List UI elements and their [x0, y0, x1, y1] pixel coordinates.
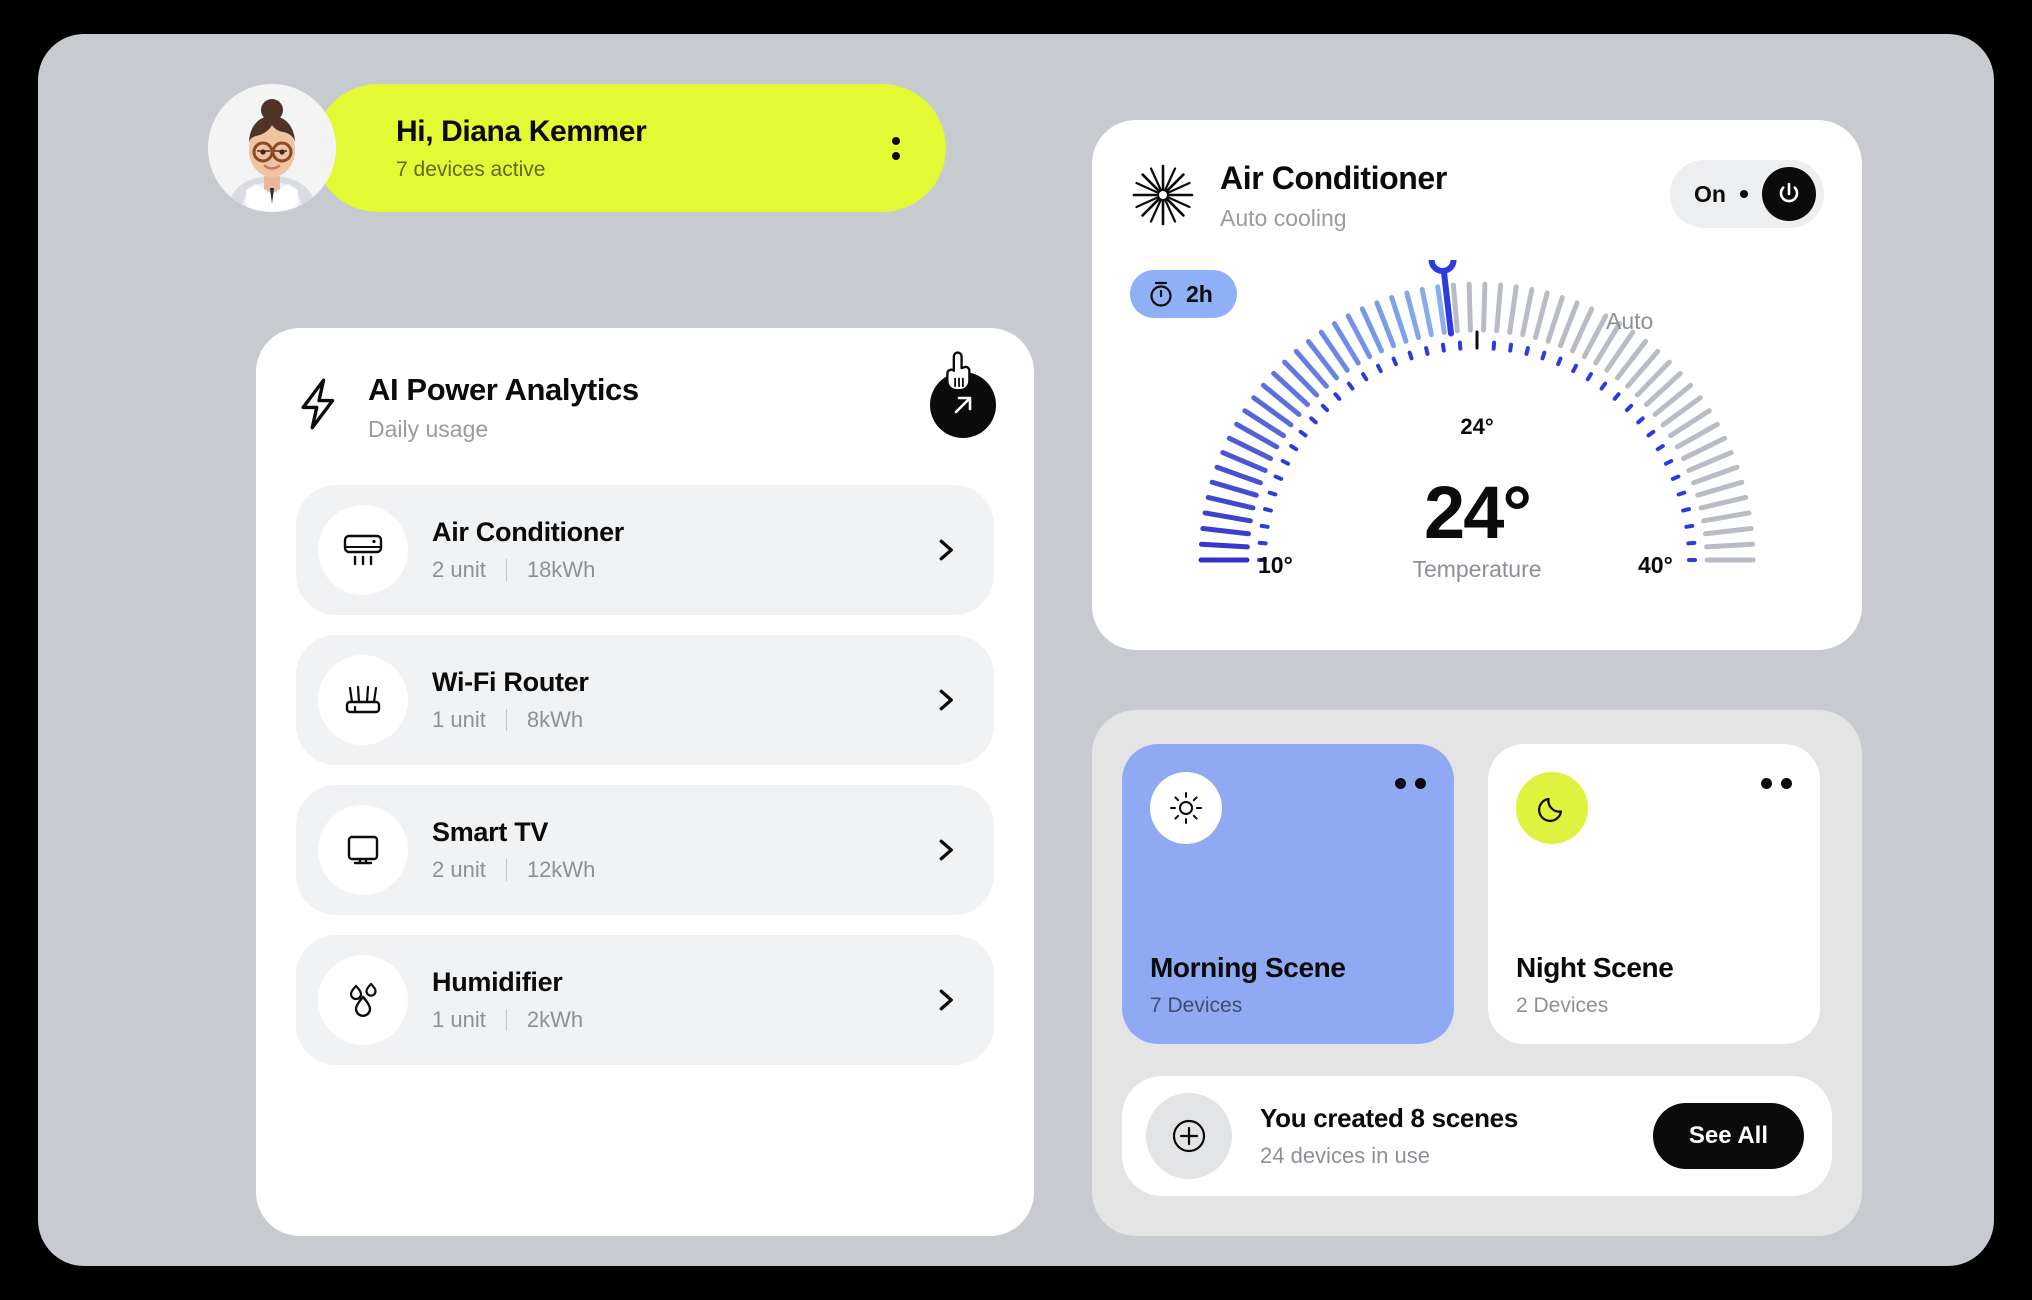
power-icon	[1779, 182, 1799, 203]
greeting-subtitle: 7 devices active	[396, 157, 546, 181]
device-row-humidifier[interactable]: Humidifier 1 unit 2kWh	[296, 935, 994, 1065]
scenes-panel: Morning Scene 7 Devices Night Scene 2 De…	[1092, 710, 1862, 1236]
device-info: Humidifier 1 unit 2kWh	[432, 967, 930, 1033]
arrow-up-right-icon	[954, 396, 972, 414]
greeting-text: Hi, Diana Kemmer 7 devices active	[396, 114, 886, 182]
analytics-card: AI Power Analytics Daily usage Air Condi…	[256, 328, 1034, 1236]
lightning-bolt-icon	[301, 378, 335, 430]
analytics-subtitle: Daily usage	[368, 416, 489, 442]
device-energy: 18kWh	[526, 557, 596, 582]
meta-divider	[505, 559, 507, 581]
timer-badge[interactable]: 2h	[1130, 270, 1237, 318]
avatar[interactable]	[208, 84, 336, 212]
devices-in-use: 24 devices in use	[1260, 1143, 1430, 1168]
meta-divider	[505, 859, 507, 881]
sun-icon-wrap	[1150, 772, 1222, 844]
device-energy: 2kWh	[526, 1007, 584, 1032]
humidifier-icon	[318, 955, 408, 1045]
device-name: Humidifier	[432, 967, 563, 997]
power-state-label: On	[1694, 180, 1726, 207]
device-units: 1 unit	[432, 1007, 486, 1032]
sun-icon	[1170, 792, 1202, 824]
air-conditioner-card: Air Conditioner Auto cooling On Auto 24°…	[1092, 120, 1862, 650]
chevron-right-icon[interactable]	[930, 685, 960, 715]
chevron-right-icon[interactable]	[930, 835, 960, 865]
gauge-max-label: 40°	[1638, 552, 1673, 578]
meta-divider	[505, 709, 507, 731]
moon-icon	[1538, 797, 1563, 822]
scene-card-night[interactable]: Night Scene 2 Devices	[1488, 744, 1820, 1044]
plus-circle-icon[interactable]	[1146, 1093, 1232, 1179]
two-dot-menu-icon[interactable]	[1395, 778, 1426, 789]
moon-icon-wrap	[1516, 772, 1588, 844]
device-list: Air Conditioner 2 unit 18kWh Wi-Fi Route…	[296, 485, 994, 1065]
scenes-count-title: You created 8 scenes	[1260, 1103, 1518, 1133]
gauge-min-label: 10°	[1258, 552, 1293, 578]
ac-title: Air Conditioner	[1220, 160, 1447, 196]
see-all-button[interactable]: See All	[1652, 1103, 1804, 1169]
device-energy: 12kWh	[526, 857, 596, 882]
analytics-expand-button[interactable]	[930, 372, 996, 438]
device-units: 1 unit	[432, 707, 486, 732]
gauge-mode-label: Auto	[1606, 308, 1654, 334]
device-units: 2 unit	[432, 857, 486, 882]
air-conditioner-icon	[318, 505, 408, 595]
device-meta: 2 unit 18kWh	[432, 557, 930, 583]
screen: Hi, Diana Kemmer 7 devices active AI Pow…	[0, 0, 2032, 1300]
analytics-title: AI Power Analytics	[368, 372, 639, 407]
device-name: Smart TV	[432, 817, 549, 847]
timer-icon	[1150, 281, 1172, 307]
create-scene-bar: You created 8 scenes 24 devices in use S…	[1122, 1076, 1832, 1196]
dashboard-panel: Hi, Diana Kemmer 7 devices active AI Pow…	[38, 34, 1994, 1266]
smart-tv-icon	[318, 805, 408, 895]
status-dot	[1740, 190, 1748, 198]
meta-divider	[505, 1009, 507, 1031]
device-meta: 1 unit 8kWh	[432, 707, 930, 733]
snowflake-icon	[1132, 164, 1194, 226]
device-row-wifi-router[interactable]: Wi-Fi Router 1 unit 8kWh	[296, 635, 994, 765]
scene-grid: Morning Scene 7 Devices Night Scene 2 De…	[1122, 744, 1832, 1044]
power-button[interactable]	[1762, 167, 1816, 221]
greeting-row: Hi, Diana Kemmer 7 devices active	[208, 84, 946, 212]
scene-name: Night Scene	[1516, 952, 1674, 983]
scene-device-count: 7 Devices	[1150, 994, 1243, 1017]
device-units: 2 unit	[432, 557, 486, 582]
analytics-header: AI Power Analytics Daily usage	[296, 351, 996, 443]
temperature-gauge[interactable]: Auto 24° 24° Temperature 10° 40°	[1130, 260, 1824, 610]
ac-subtitle: Auto cooling	[1220, 205, 1347, 231]
device-row-smart-tv[interactable]: Smart TV 2 unit 12kWh	[296, 785, 994, 915]
device-info: Air Conditioner 2 unit 18kWh	[432, 517, 930, 583]
chevron-right-icon[interactable]	[930, 535, 960, 565]
device-energy: 8kWh	[526, 707, 584, 732]
ac-titles: Air Conditioner Auto cooling	[1220, 160, 1670, 232]
greeting-title: Hi, Diana Kemmer	[396, 114, 647, 148]
scene-card-morning[interactable]: Morning Scene 7 Devices	[1122, 744, 1454, 1044]
chevron-right-icon[interactable]	[930, 985, 960, 1015]
scene-name: Morning Scene	[1150, 952, 1346, 983]
kebab-menu-icon[interactable]	[886, 131, 906, 166]
device-row-air-conditioner[interactable]: Air Conditioner 2 unit 18kWh	[296, 485, 994, 615]
device-name: Wi-Fi Router	[432, 667, 589, 697]
device-meta: 1 unit 2kWh	[432, 1007, 930, 1033]
gauge-mid-label: 24°	[1460, 414, 1494, 439]
gauge-value: 24°	[1424, 471, 1532, 554]
timer-label: 2h	[1186, 280, 1213, 307]
ac-header: Air Conditioner Auto cooling On	[1130, 160, 1824, 232]
greeting-card: Hi, Diana Kemmer 7 devices active	[314, 84, 946, 212]
power-toggle[interactable]: On	[1670, 160, 1824, 228]
two-dot-menu-icon[interactable]	[1761, 778, 1792, 789]
analytics-titles: AI Power Analytics Daily usage	[368, 372, 639, 443]
wifi-router-icon	[318, 655, 408, 745]
device-meta: 2 unit 12kWh	[432, 857, 930, 883]
device-info: Wi-Fi Router 1 unit 8kWh	[432, 667, 930, 733]
create-bar-text: You created 8 scenes 24 devices in use	[1260, 1103, 1653, 1169]
gauge-caption: Temperature	[1412, 556, 1542, 582]
device-name: Air Conditioner	[432, 517, 624, 547]
device-info: Smart TV 2 unit 12kWh	[432, 817, 930, 883]
scene-device-count: 2 Devices	[1516, 994, 1609, 1017]
